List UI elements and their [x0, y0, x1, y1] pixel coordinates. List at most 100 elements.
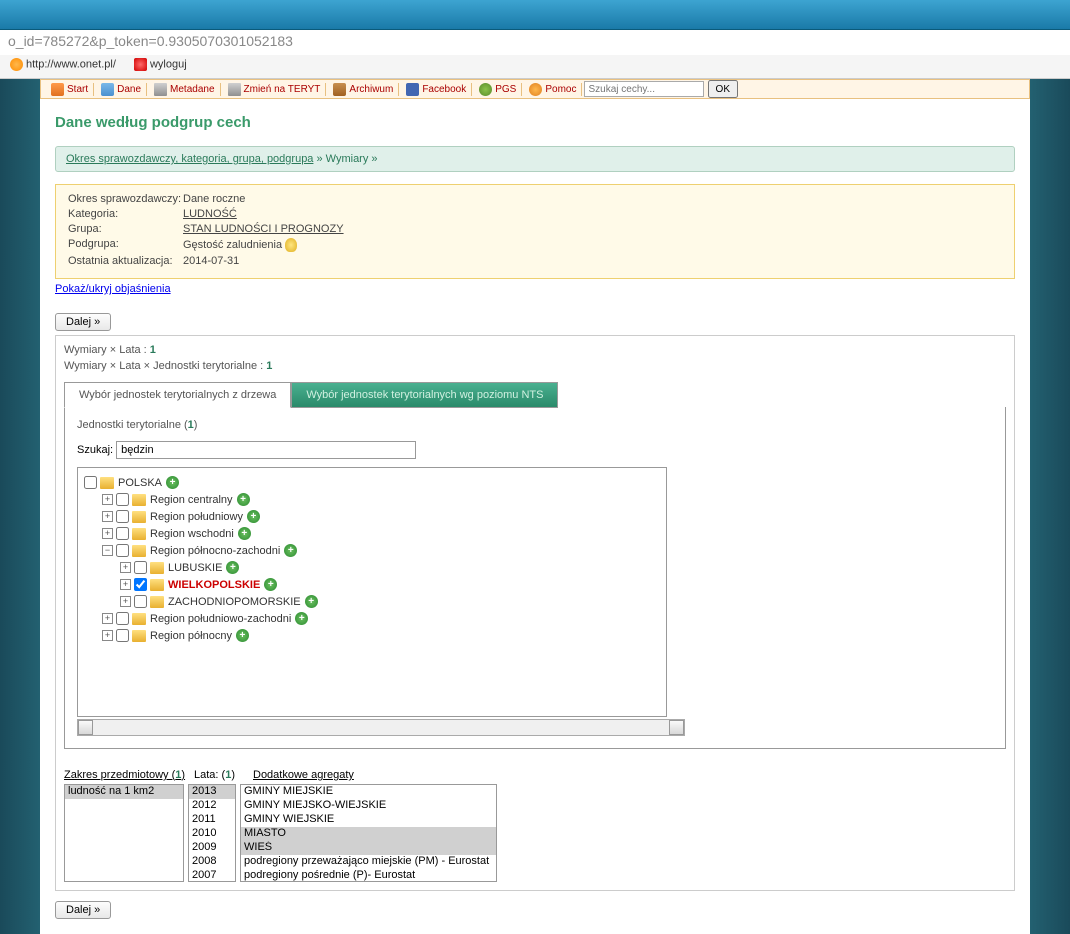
list-item[interactable]: 2008 — [189, 855, 235, 869]
expand-icon[interactable]: + — [120, 579, 131, 590]
toolbar-start[interactable]: Start — [46, 83, 94, 96]
tree-checkbox[interactable] — [134, 578, 147, 591]
scope-label[interactable]: Zakres przedmiotowy (1) — [64, 769, 190, 781]
tree-node-voivodeship[interactable]: LUBUSKIE — [168, 562, 222, 574]
tree-checkbox[interactable] — [116, 629, 129, 642]
scope-listbox[interactable]: ludność na 1 km2 — [64, 784, 184, 882]
folder-icon — [132, 613, 146, 625]
bookmarks-bar: http://www.onet.pl/ wyloguj — [0, 55, 1070, 79]
expand-icon[interactable]: + — [102, 528, 113, 539]
bulb-icon[interactable] — [285, 238, 297, 252]
info-period-label: Okres sprawozdawczy: — [68, 193, 183, 205]
tree-checkbox[interactable] — [116, 544, 129, 557]
tree-node-region[interactable]: Region północny — [150, 630, 232, 642]
tree-node-selected[interactable]: WIELKOPOLSKIE — [168, 579, 260, 591]
info-cat-link[interactable]: LUDNOŚĆ — [183, 208, 237, 220]
toolbar-metadane[interactable]: Metadane — [149, 83, 220, 96]
add-icon[interactable]: + — [166, 476, 179, 489]
folder-icon — [100, 477, 114, 489]
list-item[interactable]: WIEŚ — [241, 841, 496, 855]
list-item[interactable]: 2012 — [189, 799, 235, 813]
add-icon[interactable]: + — [237, 493, 250, 506]
page-title: Dane według podgrup cech — [55, 114, 1015, 131]
add-icon[interactable]: + — [247, 510, 260, 523]
toolbar-facebook[interactable]: Facebook — [401, 83, 472, 96]
list-item[interactable]: MIASTO — [241, 827, 496, 841]
expand-icon[interactable]: + — [102, 630, 113, 641]
info-box: Okres sprawozdawczy:Dane roczne Kategori… — [55, 184, 1015, 279]
breadcrumb-link[interactable]: Okres sprawozdawczy, kategoria, grupa, p… — [66, 153, 313, 165]
show-hide-link[interactable]: Pokaż/ukryj objaśnienia — [55, 283, 171, 295]
list-item[interactable]: 2013 — [189, 785, 235, 799]
tree-checkbox[interactable] — [116, 493, 129, 506]
tree-checkbox[interactable] — [84, 476, 97, 489]
search-input[interactable] — [584, 81, 704, 97]
tree-search-input[interactable] — [116, 441, 416, 459]
list-item[interactable]: 2011 — [189, 813, 235, 827]
list-item[interactable]: podregiony przeważająco miejskie (PM) - … — [241, 855, 496, 869]
add-icon[interactable]: + — [295, 612, 308, 625]
toolbar-archive[interactable]: Archiwum — [328, 83, 399, 96]
bookmark-label: wyloguj — [150, 58, 187, 70]
logout-icon — [134, 58, 147, 71]
toolbar-help[interactable]: Pomoc — [524, 83, 582, 96]
tree-node-region[interactable]: Region centralny — [150, 494, 233, 506]
add-icon[interactable]: + — [264, 578, 277, 591]
tab-tree[interactable]: Wybór jednostek terytorialnych z drzewa — [64, 382, 291, 408]
list-item[interactable]: ludność na 1 km2 — [65, 785, 183, 799]
tree-checkbox[interactable] — [134, 595, 147, 608]
list-item[interactable]: GMINY MIEJSKIE — [241, 785, 496, 799]
list-item[interactable]: GMINY WIEJSKIE — [241, 813, 496, 827]
add-icon[interactable]: + — [238, 527, 251, 540]
list-item[interactable]: 2007 — [189, 869, 235, 882]
list-item[interactable]: GMINY MIEJSKO-WIEJSKIE — [241, 799, 496, 813]
toolbar-label: Start — [67, 84, 88, 95]
expand-icon[interactable]: + — [120, 562, 131, 573]
add-icon[interactable]: + — [236, 629, 249, 642]
toolbar-pgs[interactable]: PGS — [474, 83, 522, 96]
expand-icon[interactable]: + — [120, 596, 131, 607]
tree-node-region[interactable]: Region południowo-zachodni — [150, 613, 291, 625]
list-item[interactable]: podregiony pośrednie (P)- Eurostat — [241, 869, 496, 882]
years-listbox[interactable]: 20132012201120102009200820072006 — [188, 784, 236, 882]
aggregates-listbox[interactable]: GMINY MIEJSKIEGMINY MIEJSKO-WIEJSKIEGMIN… — [240, 784, 497, 882]
dim-line-1: Wymiary × Lata : 1 — [64, 344, 1006, 356]
add-icon[interactable]: + — [226, 561, 239, 574]
tree-node-polska[interactable]: POLSKA — [118, 477, 162, 489]
bookmark-onet[interactable]: http://www.onet.pl/ — [10, 58, 116, 71]
tree-node-voivodeship[interactable]: ZACHODNIOPOMORSKIE — [168, 596, 301, 608]
horizontal-scrollbar[interactable] — [77, 719, 685, 736]
tab-nts[interactable]: Wybór jednostek terytorialnych wg poziom… — [291, 382, 558, 408]
aggregates-label[interactable]: Dodatkowe agregaty — [253, 769, 354, 781]
next-button-bottom[interactable]: Dalej » — [55, 901, 111, 919]
folder-icon — [150, 562, 164, 574]
info-grp-link[interactable]: STAN LUDNOŚCI I PROGNOZY — [183, 223, 344, 235]
toolbar-dane[interactable]: Dane — [96, 83, 147, 96]
search-button[interactable]: OK — [708, 80, 738, 98]
list-item[interactable]: 2009 — [189, 841, 235, 855]
tree-checkbox[interactable] — [134, 561, 147, 574]
list-item[interactable]: 2010 — [189, 827, 235, 841]
bookmark-label: http://www.onet.pl/ — [26, 58, 116, 70]
tree-checkbox[interactable] — [116, 510, 129, 523]
add-icon[interactable]: + — [305, 595, 318, 608]
expand-icon[interactable]: + — [102, 613, 113, 624]
expand-icon[interactable]: + — [102, 494, 113, 505]
tree-node-region[interactable]: Region północno-zachodni — [150, 545, 280, 557]
toolbar-search: OK — [584, 80, 738, 98]
tree-container[interactable]: POLSKA + + Region centralny + + Region połud… — [77, 467, 667, 717]
folder-icon — [150, 579, 164, 591]
expand-icon[interactable]: + — [102, 511, 113, 522]
collapse-icon[interactable]: − — [102, 545, 113, 556]
tree-checkbox[interactable] — [116, 527, 129, 540]
tree-checkbox[interactable] — [116, 612, 129, 625]
main-toolbar: Start Dane Metadane Zmień na TERYT Archi… — [40, 79, 1030, 99]
breadcrumb-current: Wymiary — [326, 153, 369, 165]
toolbar-teryt[interactable]: Zmień na TERYT — [223, 83, 327, 96]
bookmark-logout[interactable]: wyloguj — [134, 58, 187, 71]
add-icon[interactable]: + — [284, 544, 297, 557]
tree-node-region[interactable]: Region wschodni — [150, 528, 234, 540]
tree-node-region[interactable]: Region południowy — [150, 511, 243, 523]
folder-icon — [150, 596, 164, 608]
next-button-top[interactable]: Dalej » — [55, 313, 111, 331]
